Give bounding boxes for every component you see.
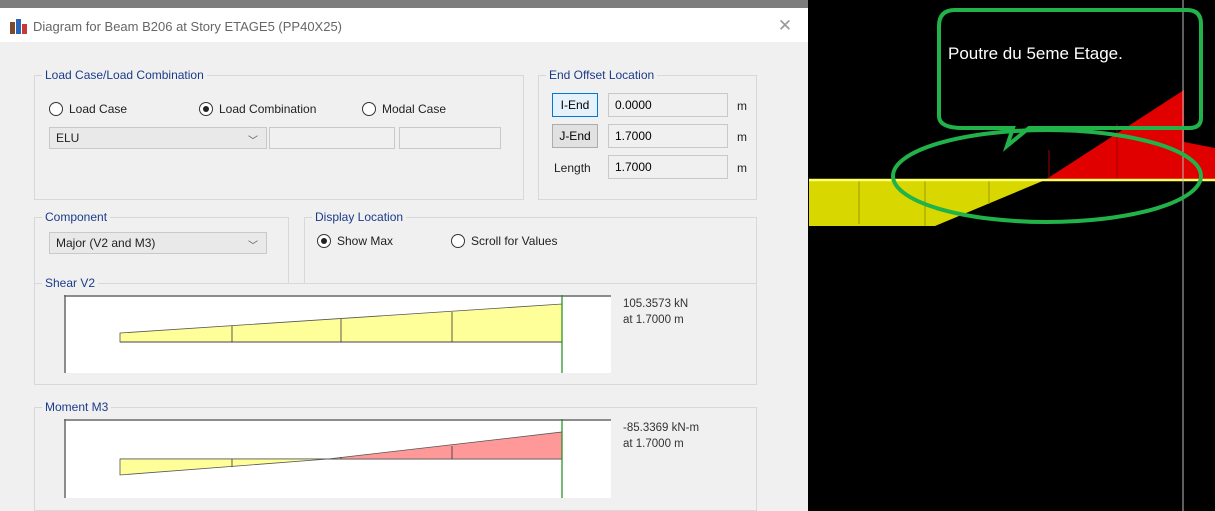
radio-scroll-for-values-label: Scroll for Values xyxy=(471,234,558,248)
load-combination-value: ELU xyxy=(56,131,80,145)
shear-max-value: 105.3573 kN xyxy=(623,298,689,310)
shear-max-location: at 1.7000 m xyxy=(623,314,684,326)
radio-scroll-for-values[interactable]: Scroll for Values xyxy=(451,234,557,248)
model-yellow-region xyxy=(809,180,925,226)
moment-diagram-svg xyxy=(64,419,611,498)
load-case-group: Load Case/Load Combination Load Case Loa… xyxy=(34,68,524,200)
j-end-button[interactable]: J-End xyxy=(552,124,598,148)
shear-v2-group: Shear V2 105.3573 kN at 1.7000 m xyxy=(34,276,757,385)
close-icon[interactable]: ✕ xyxy=(774,16,796,36)
component-legend: Component xyxy=(42,210,111,224)
load-case-select-disabled xyxy=(269,127,395,149)
component-value: Major (V2 and M3) xyxy=(56,236,156,250)
radio-show-max[interactable]: Show Max xyxy=(317,234,393,248)
chevron-down-icon: ﹀ xyxy=(248,241,258,252)
display-location-legend: Display Location xyxy=(312,210,407,224)
window-title: Diagram for Beam B206 at Story ETAGE5 (P… xyxy=(33,19,343,34)
radio-load-case-dot xyxy=(49,102,63,116)
load-combination-select[interactable]: ELU ﹀ xyxy=(49,127,267,149)
background-strip xyxy=(0,0,808,8)
j-end-unit: m xyxy=(737,130,747,144)
moment-max-value: -85.3369 kN-m xyxy=(623,422,700,434)
model-view[interactable]: Poutre du 5eme Etage. xyxy=(809,0,1215,511)
radio-load-combination[interactable]: Load Combination xyxy=(199,102,316,116)
dialog-body: Load Case/Load Combination Load Case Loa… xyxy=(0,42,808,511)
moment-negative-fill xyxy=(327,431,563,460)
load-case-legend: Load Case/Load Combination xyxy=(42,68,207,82)
end-offset-group: End Offset Location I-End 0.0000 m J-End… xyxy=(538,68,757,200)
i-end-field[interactable]: 0.0000 xyxy=(608,93,728,117)
radio-modal-case-dot xyxy=(362,102,376,116)
radio-load-combination-dot xyxy=(199,102,213,116)
callout-text: Poutre du 5eme Etage. xyxy=(948,44,1123,63)
component-select[interactable]: Major (V2 and M3) ﹀ xyxy=(49,232,267,254)
chevron-down-icon: ﹀ xyxy=(248,136,258,147)
app-icon xyxy=(10,19,27,34)
shear-diagram xyxy=(64,295,611,373)
shear-max-readout: 105.3573 kN at 1.7000 m xyxy=(623,296,688,328)
moment-max-readout: -85.3369 kN-m at 1.7000 m xyxy=(623,420,699,452)
length-field[interactable]: 1.7000 xyxy=(608,155,728,179)
shear-v2-legend: Shear V2 xyxy=(42,276,99,290)
beam-diagram-dialog: Diagram for Beam B206 at Story ETAGE5 (P… xyxy=(0,0,808,511)
radio-scroll-for-values-dot xyxy=(451,234,465,248)
modal-case-select-disabled xyxy=(399,127,501,149)
radio-modal-case-label: Modal Case xyxy=(382,102,447,116)
title-bar[interactable]: Diagram for Beam B206 at Story ETAGE5 (P… xyxy=(0,8,808,42)
moment-m3-group: Moment M3 -85.3369 kN-m at 1.7000 m xyxy=(34,400,757,511)
i-end-unit: m xyxy=(737,99,747,113)
moment-positive-fill xyxy=(119,458,329,476)
radio-load-combination-label: Load Combination xyxy=(219,102,317,116)
i-end-button[interactable]: I-End xyxy=(552,93,598,117)
moment-diagram xyxy=(64,419,611,498)
radio-load-case-label: Load Case xyxy=(69,102,128,116)
length-unit: m xyxy=(737,161,747,175)
j-end-field[interactable]: 1.7000 xyxy=(608,124,728,148)
moment-max-location: at 1.7000 m xyxy=(623,438,684,450)
end-offset-legend: End Offset Location xyxy=(546,68,658,82)
shear-diagram-svg xyxy=(64,295,611,373)
radio-load-case[interactable]: Load Case xyxy=(49,102,127,116)
length-label: Length xyxy=(554,161,591,175)
radio-show-max-label: Show Max xyxy=(337,234,394,248)
model-view-svg xyxy=(809,0,1215,511)
radio-modal-case[interactable]: Modal Case xyxy=(362,102,446,116)
moment-m3-legend: Moment M3 xyxy=(42,400,112,414)
radio-show-max-dot xyxy=(317,234,331,248)
